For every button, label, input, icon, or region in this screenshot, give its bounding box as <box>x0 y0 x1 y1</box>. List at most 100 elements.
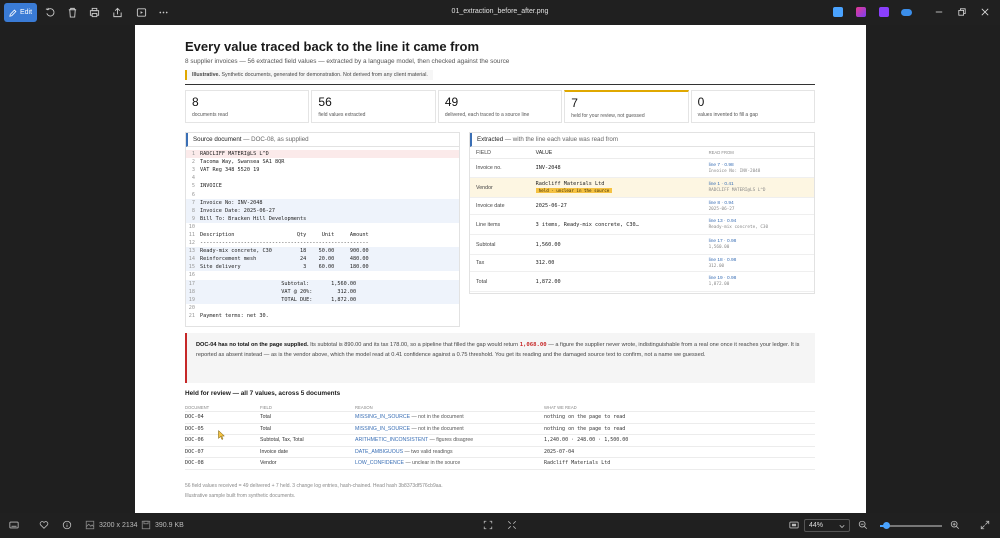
source-line: 20 <box>186 304 459 312</box>
source-line: 6 <box>186 190 459 198</box>
stat-label: held for your review, not guessed <box>571 113 645 119</box>
trash-icon[interactable] <box>66 6 79 19</box>
edit-label: Edit <box>19 9 33 16</box>
zoom-in-icon[interactable] <box>950 520 960 530</box>
line-number: 5 <box>191 183 195 190</box>
line-text: TOTAL DUE: 1,872.00 <box>200 296 357 303</box>
zoom-level-select[interactable]: 44% <box>804 519 850 532</box>
source-line-link[interactable]: line 8 · 0.94 <box>709 201 808 206</box>
filmstrip-icon[interactable] <box>9 520 19 530</box>
line-number: 14 <box>188 256 195 263</box>
field-value: INV-2048 <box>536 165 709 171</box>
source-line-link[interactable]: line 17 · 0.98 <box>709 239 808 244</box>
held-row: DOC-07 Invoice date DATE_AMBIGUOUS — two v… <box>185 447 815 458</box>
source-line-link[interactable]: line 1 · 0.41 <box>709 182 808 187</box>
value-text: INV-2048 <box>535 165 561 171</box>
source-line-link[interactable]: line 19 · 0.98 <box>709 276 808 281</box>
value-text: 1,872.00 <box>535 278 561 285</box>
what-we-read: nothing on the page to read <box>544 414 626 421</box>
held-row: DOC-06 Subtotal, Tax, Total ARITHMETIC_INC… <box>185 435 815 447</box>
line-number: 17 <box>188 280 195 287</box>
source-panel-header: Source document — DOC-08, as supplied <box>186 133 459 147</box>
photos-app-icon[interactable] <box>833 7 843 17</box>
zoom-out-icon[interactable] <box>858 520 868 530</box>
source-line: 21 Payment terms: net 30. <box>186 312 459 320</box>
document-id: DOC-04 <box>185 414 204 421</box>
summary-footer: 56 field values received = 49 delivered … <box>185 483 443 489</box>
heart-icon[interactable] <box>39 520 49 530</box>
minimize-icon[interactable] <box>932 5 946 19</box>
screen-fit-icon[interactable] <box>789 520 799 530</box>
reason-text: — unclear in the source <box>405 460 461 467</box>
held-field: Vendor <box>260 460 277 467</box>
expand-icon[interactable] <box>980 520 990 530</box>
stat-number: 49 <box>444 95 459 109</box>
reason-code[interactable]: MISSING_IN_SOURCE <box>355 426 410 432</box>
source-line-link[interactable]: line 18 · 0.98 <box>709 258 808 263</box>
source-line-link[interactable]: line 7 · 0.98 <box>709 163 808 168</box>
extracted-panel-header: Extracted — with the line each value was… <box>470 133 814 147</box>
field-value: 1,560.00 <box>536 242 709 248</box>
line-text: ----------------------------------------… <box>200 240 369 247</box>
reason-code[interactable]: ARITHMETIC_INCONSISTENT <box>355 437 428 443</box>
line-number: 3 <box>191 167 195 174</box>
col-document: DOCUMENT <box>185 404 210 410</box>
extracted-row: Invoice date 2025-06-27 line 8 · 0.94 2025-… <box>470 198 814 215</box>
callout-amount: 1,068.00 <box>519 342 547 348</box>
page-title: Every value traced back to the line it c… <box>185 39 480 54</box>
close-icon[interactable] <box>978 5 992 19</box>
edit-button[interactable]: Edit <box>4 3 37 22</box>
sample-footer: Illustrative sample built from synthetic… <box>185 493 296 499</box>
reason-code[interactable]: LOW_CONFIDENCE <box>355 460 404 466</box>
held-table-title: Held for review — all 7 values, across 5… <box>185 390 341 397</box>
more-options-icon[interactable] <box>157 6 170 19</box>
what-we-read: Radcliff Materials Ltd <box>544 460 611 467</box>
held-table: DOCUMENT FIELD REASON WHAT WE READ DOC-0… <box>185 403 815 470</box>
extracted-row: Line items 3 items, Ready-mix concrete, C… <box>470 215 814 235</box>
restore-icon[interactable] <box>955 5 969 19</box>
read-from: line 18 · 0.98 312.00 <box>709 258 808 269</box>
source-line: 5 INVOICE <box>186 182 459 190</box>
fit-to-window-icon[interactable] <box>483 520 493 530</box>
line-text: Payment terms: net 30. <box>200 312 269 319</box>
pencil-icon <box>9 9 17 17</box>
line-number: 21 <box>188 312 195 319</box>
disclaimer-bold: Illustrative. <box>192 72 220 78</box>
designer-app-icon[interactable] <box>856 7 866 17</box>
source-line-link[interactable]: line 13 · 0.94 <box>709 219 808 224</box>
source-line: 9 Bill To: Bracken Hill Developments <box>186 214 459 223</box>
reason-text: — figures disagree <box>429 437 474 444</box>
onedrive-cloud-icon[interactable] <box>901 9 912 16</box>
held-reason: MISSING_IN_SOURCE — not in the document <box>355 426 544 432</box>
clipchamp-app-icon[interactable] <box>879 7 889 17</box>
actual-size-icon[interactable] <box>507 520 517 530</box>
zoom-level: 44% <box>809 522 824 529</box>
col-field: FIELD <box>476 149 492 156</box>
rotate-icon[interactable] <box>44 6 57 19</box>
reason-code[interactable]: DATE_AMBIGUOUS <box>355 449 403 455</box>
image-dimensions: 3200 x 2134 <box>85 520 138 530</box>
reason-code[interactable]: MISSING_IN_SOURCE <box>355 414 410 420</box>
zoom-slider-thumb[interactable] <box>882 522 890 529</box>
line-number: 16 <box>188 272 195 279</box>
raw-source-text: Ready-mix concrete, C30 <box>708 225 769 230</box>
file-size: 390.9 KB <box>141 520 184 530</box>
held-table-header: DOCUMENT FIELD REASON WHAT WE READ <box>185 403 815 412</box>
held-row: DOC-08 Vendor LOW_CONFIDENCE — unclear in … <box>185 458 815 470</box>
zoom-slider[interactable] <box>880 522 942 529</box>
share-icon[interactable] <box>111 6 124 19</box>
disk-icon <box>141 520 151 530</box>
disclaimer-text: Synthetic documents, generated for demon… <box>221 72 428 78</box>
slideshow-icon[interactable] <box>135 6 148 19</box>
line-number: 7 <box>191 199 195 206</box>
missing-total-callout: DOC-04 has no total on the page supplied… <box>185 333 815 383</box>
source-line: 14 Reinforcement mesh 24 20.00 480.00 <box>186 255 459 264</box>
held-field: Invoice date <box>260 448 288 455</box>
source-line: 11 Description Qty Unit Amount <box>186 231 459 239</box>
source-document-panel: Source document — DOC-08, as supplied 1R… <box>185 132 460 327</box>
value-text: 3 items, Ready-mix concrete, C30… <box>535 221 639 228</box>
source-line: 1 RADCLIFF MATERI@LS L^D <box>186 150 459 159</box>
info-icon[interactable] <box>62 520 72 530</box>
print-icon[interactable] <box>88 6 101 19</box>
line-number: 6 <box>191 191 195 198</box>
